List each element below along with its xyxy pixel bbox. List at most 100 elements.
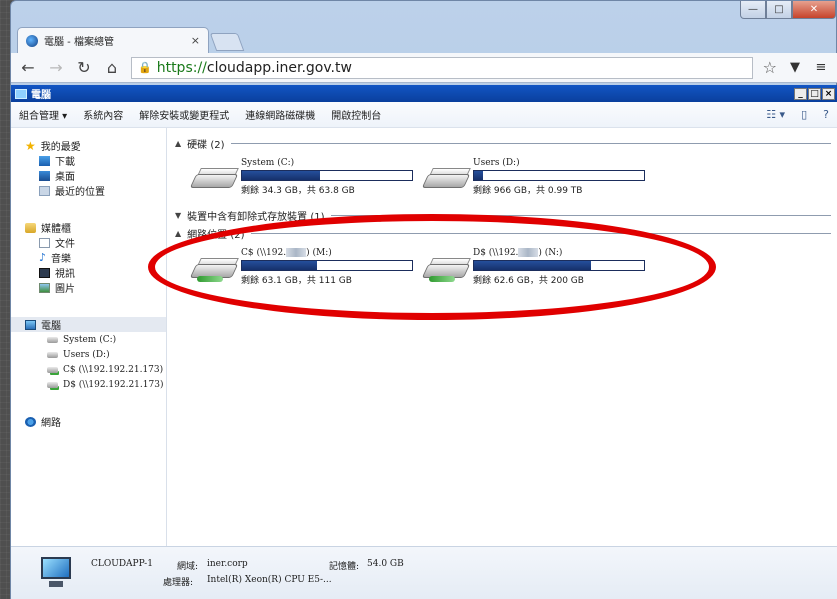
nav-item-pictures[interactable]: 圖片 [11, 280, 166, 295]
nav-item-favorites[interactable]: ★ 我的最愛 [11, 138, 166, 154]
nav-item-label: 電腦 [41, 321, 61, 332]
nav-network: 網路 [11, 414, 166, 429]
nav-item-recent-places[interactable]: 最近的位置 [11, 183, 166, 198]
downloads-folder-icon [39, 155, 50, 166]
browser-maximize-button[interactable]: □ [766, 1, 792, 19]
nav-item-system-c[interactable]: System (C:) [11, 332, 166, 347]
network-drive-icon [421, 258, 471, 282]
drive-free-space: 剩餘 62.6 GB，共 200 GB [473, 276, 584, 286]
navigation-pane: ★ 我的最愛 下載 桌面 最近的位置 媒體櫃 文件 ♪ 音樂 視訊 圖片 電腦 … [11, 128, 167, 546]
nav-item-music[interactable]: ♪ 音樂 [11, 250, 166, 266]
browser-window: — □ ✕ 電腦 - 檔案總管 × ← → ↻ ⌂ 🔒 https://clou… [10, 0, 837, 599]
command-bar: 組合管理 ▾ 系統內容 解除安裝或變更程式 連線網路磁碟機 開啟控制台 ☷ ▾ … [11, 102, 837, 128]
drive-usage-bar [473, 260, 645, 271]
redacted-address [286, 248, 307, 257]
help-icon[interactable]: ? [823, 108, 829, 121]
recent-places-icon [39, 185, 50, 196]
organize-button[interactable]: 組合管理 ▾ [19, 107, 67, 122]
expand-triangle-icon: ▼ [175, 211, 182, 220]
nav-libraries: 媒體櫃 文件 ♪ 音樂 視訊 圖片 [11, 220, 166, 295]
explorer-maximize-button[interactable]: □ [808, 87, 821, 100]
browser-toolbar: ← → ↻ ⌂ 🔒 https://cloudapp.iner.gov.tw ☆… [11, 53, 837, 83]
browser-window-controls: — □ ✕ [740, 1, 836, 19]
nav-item-label: 網路 [41, 418, 61, 429]
nav-item-users-d[interactable]: Users (D:) [11, 347, 166, 362]
nav-item-documents[interactable]: 文件 [11, 235, 166, 250]
explorer-window-controls: _ □ × [794, 87, 835, 100]
drive-tile-system-c[interactable]: System (C:) 剩餘 34.3 GB，共 63.8 GB [189, 158, 423, 198]
bookmark-star-icon[interactable]: ☆ [763, 58, 777, 77]
group-header-hard-drives[interactable]: ▲ 硬碟 (2) [175, 136, 831, 151]
domain-value: iner.corp [207, 559, 248, 569]
drive-tile-network-c[interactable]: C$ (\\192.) (M:) 剩餘 63.1 GB，共 111 GB [189, 248, 423, 288]
preview-pane-icon[interactable]: ▯ [801, 108, 807, 121]
nav-item-downloads[interactable]: 下載 [11, 153, 166, 168]
nav-item-label: 下載 [55, 157, 75, 168]
details-pane: CLOUDAPP-1 網域: iner.corp 記憶體: 54.0 GB 處理… [11, 546, 837, 599]
explorer-close-button[interactable]: × [822, 87, 835, 100]
hard-drive-icon [421, 168, 471, 190]
nav-item-libraries[interactable]: 媒體櫃 [11, 220, 166, 235]
system-properties-button[interactable]: 系統內容 [83, 107, 123, 122]
group-label: 硬碟 (2) [187, 140, 225, 151]
nav-item-label: 我的最愛 [40, 142, 81, 153]
hard-drive-icon [189, 168, 239, 190]
tab-explorer[interactable]: 電腦 - 檔案總管 × [17, 27, 209, 53]
domain-label: 網域: [177, 562, 199, 572]
map-network-drive-button[interactable]: 連線網路磁碟機 [245, 107, 315, 122]
nav-item-label: 視訊 [55, 269, 75, 280]
nav-item-network-d[interactable]: D$ (\\192.192.21.173) [11, 377, 166, 392]
home-icon[interactable]: ⌂ [103, 58, 121, 77]
network-drive-icon [47, 381, 58, 388]
group-header-network-locations[interactable]: ▲ 網路位置 (2) [175, 226, 831, 241]
drive-name: System (C:) [241, 158, 295, 168]
nav-item-label: 媒體櫃 [41, 224, 71, 235]
pocket-icon[interactable]: ▼ [787, 60, 803, 75]
picture-icon [39, 282, 50, 293]
computer-icon [15, 88, 27, 99]
tab-close-icon[interactable]: × [191, 34, 200, 47]
uninstall-program-button[interactable]: 解除安裝或變更程式 [139, 107, 229, 122]
drive-name: D$ (\\192.) (N:) [473, 248, 563, 258]
nav-item-label: 文件 [55, 239, 75, 250]
open-control-panel-button[interactable]: 開啟控制台 [331, 107, 381, 122]
collapse-triangle-icon: ▲ [175, 229, 182, 238]
nav-item-videos[interactable]: 視訊 [11, 265, 166, 280]
explorer-minimize-button[interactable]: _ [794, 87, 807, 100]
explorer-title-bar: 電腦 _ □ × [11, 85, 837, 102]
new-tab-button[interactable] [209, 33, 245, 51]
lock-icon: 🔒 [138, 61, 152, 74]
nav-item-label: C$ (\\192.192.21.173) [63, 364, 164, 375]
explorer-window: 電腦 _ □ × 組合管理 ▾ 系統內容 解除安裝或變更程式 連線網路磁碟機 開… [11, 85, 837, 599]
redacted-address [518, 248, 539, 257]
libraries-icon [25, 222, 36, 233]
browser-minimize-button[interactable]: — [740, 1, 766, 19]
url-scheme: https:// [156, 59, 207, 76]
drive-usage-bar [473, 170, 645, 181]
collapse-triangle-icon: ▲ [175, 139, 182, 148]
address-bar[interactable]: 🔒 https://cloudapp.iner.gov.tw [131, 56, 753, 79]
drive-tile-network-d[interactable]: D$ (\\192.) (N:) 剩餘 62.6 GB，共 200 GB [421, 248, 655, 288]
menu-icon[interactable]: ≡ [813, 60, 829, 75]
back-arrow-icon[interactable]: ← [19, 58, 37, 77]
nav-item-desktop[interactable]: 桌面 [11, 168, 166, 183]
hard-drive-icon [47, 336, 58, 343]
hard-drive-icon [47, 351, 58, 358]
nav-item-label: 圖片 [55, 284, 75, 295]
network-drive-icon [189, 258, 239, 282]
drive-tile-users-d[interactable]: Users (D:) 剩餘 966 GB，共 0.99 TB [421, 158, 655, 198]
drive-free-space: 剩餘 34.3 GB，共 63.8 GB [241, 186, 355, 196]
view-options-icon[interactable]: ☷ ▾ [766, 108, 785, 121]
nav-item-network[interactable]: 網路 [11, 414, 166, 429]
group-label: 網路位置 (2) [187, 230, 245, 241]
group-header-removable[interactable]: ▼ 裝置中含有卸除式存放裝置 (1) [175, 208, 831, 223]
reload-icon[interactable]: ↻ [75, 58, 93, 77]
forward-arrow-icon[interactable]: → [47, 58, 65, 77]
memory-value: 54.0 GB [367, 559, 404, 569]
browser-close-button[interactable]: ✕ [792, 1, 836, 19]
nav-item-label: Users (D:) [63, 349, 110, 360]
nav-item-network-c[interactable]: C$ (\\192.192.21.173) [11, 362, 166, 377]
group-divider [230, 143, 831, 144]
nav-item-computer[interactable]: 電腦 [11, 317, 166, 332]
url-host: cloudapp.iner.gov.tw [206, 59, 352, 76]
